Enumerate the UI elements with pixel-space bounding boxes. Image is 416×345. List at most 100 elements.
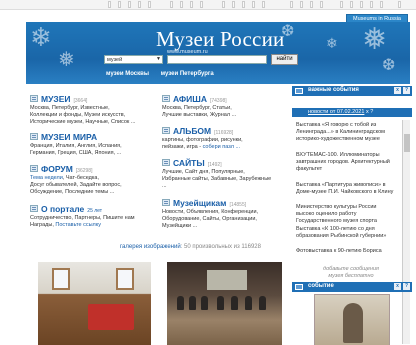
- section-links[interactable]: Франция, Италия, Англия, Испания,: [30, 143, 158, 150]
- news-item[interactable]: Фотовыставка к 90-летию Бориса: [296, 248, 396, 255]
- gallery-link[interactable]: галерея изображений: [120, 244, 181, 250]
- section-title-link[interactable]: ФОРУМ: [41, 164, 73, 174]
- section-title-link[interactable]: О портале: [41, 204, 84, 214]
- section-title-link[interactable]: АЛЬБОМ: [173, 126, 211, 136]
- section-o-portale: О портале 25 лет Сотрудничество, Партнеры…: [30, 204, 158, 229]
- window-shape: [116, 268, 134, 290]
- section-links[interactable]: Избранные сайты, Забавные, Зарубежные: [162, 176, 290, 183]
- puzzle-link[interactable]: собери пазл ...: [203, 144, 240, 150]
- section-title-link[interactable]: МУЗЕИ: [41, 94, 70, 104]
- person-shape: [259, 296, 266, 310]
- section-links[interactable]: Исторические музеи, Научные, Список ...: [30, 119, 158, 126]
- search-button[interactable]: найти: [271, 54, 298, 65]
- events-header-label: важные события: [308, 87, 359, 93]
- sidebar-events-header: важные события x ?: [292, 86, 412, 96]
- section-links[interactable]: Досуг обывателей, Задайте вопрос,: [30, 182, 158, 189]
- toolbar-cell: [200, 1, 203, 8]
- section-links[interactable]: Музейщики ...: [162, 223, 290, 230]
- collapse-icon[interactable]: [295, 88, 303, 94]
- anniversary-badge[interactable]: 25 лет: [87, 208, 102, 214]
- section-body: Москва, Петербург, Статьи, Лучшие выстав…: [162, 105, 290, 119]
- toolbar-cell: [370, 1, 373, 8]
- section-links[interactable]: , Чат-беседка,: [63, 175, 99, 181]
- window-shape: [52, 268, 70, 290]
- section-count: [74398]: [209, 98, 227, 104]
- section-links[interactable]: Сотрудничество, Партнеры, Пишите нам: [30, 215, 158, 222]
- add-news-link[interactable]: добавьте сообщения музея бесплатно: [316, 266, 386, 280]
- section-title-link[interactable]: Музейщикам: [173, 198, 226, 208]
- section-links[interactable]: Новости, Объявления, Конференции,: [162, 209, 290, 216]
- link-to-us[interactable]: Поставьте ссылку: [55, 222, 101, 228]
- event-header-label: событие: [308, 283, 334, 289]
- section-body: Франция, Италия, Англия, Испания, Герман…: [30, 143, 158, 157]
- section-muzeishchikam: Музейщикам [14855] Новости, Объявления, К…: [162, 198, 290, 230]
- search-category-value: музей: [107, 57, 123, 63]
- close-icon[interactable]: x: [394, 283, 401, 290]
- search-input[interactable]: [167, 55, 267, 64]
- gallery-photo-meeting[interactable]: [167, 262, 282, 345]
- section-links[interactable]: Обсуждение, Последние темы ...: [30, 189, 158, 196]
- toolbar-cell: [300, 1, 303, 8]
- person-shape: [201, 296, 208, 310]
- section-links[interactable]: Лучшие выставки, Журнал ...: [162, 112, 290, 119]
- petersburg-museums-link[interactable]: музеи Петербурга: [161, 71, 214, 77]
- section-afisha: АФИША [74398] Москва, Петербург, Статьи, …: [162, 94, 290, 119]
- event-photo[interactable]: [314, 294, 390, 345]
- toolbar-cell: [310, 1, 313, 8]
- section-title-link[interactable]: САЙТЫ: [173, 158, 205, 168]
- section-links[interactable]: пейзажи, игра -: [162, 144, 201, 150]
- section-icon: [162, 159, 170, 166]
- section-muzei-mira: МУЗЕИ МИРА Франция, Италия, Англия, Испа…: [30, 132, 158, 157]
- close-icon[interactable]: x: [366, 109, 369, 115]
- table-shape: [88, 304, 134, 330]
- toolbar-cell: [128, 1, 131, 8]
- section-links[interactable]: Награды,: [30, 222, 54, 228]
- section-links[interactable]: Москва, Петербург, Известные,: [30, 105, 158, 112]
- news-item[interactable]: Выставка «К 100-летию со дня образования…: [296, 226, 396, 240]
- section-links[interactable]: Германия, Греция, США, Япония, ...: [30, 150, 158, 157]
- toolbar-cell: [290, 1, 293, 8]
- section-links[interactable]: Коллекции и фонды, Музеи искусств,: [30, 112, 158, 119]
- section-links[interactable]: Лучшие, Сайт дня, Популярные,: [162, 169, 290, 176]
- main-content: МУЗЕИ [3664] Москва, Петербург, Известные…: [26, 86, 290, 286]
- search-category-select[interactable]: музей ▼: [104, 55, 163, 64]
- toolbar-cell: [190, 1, 193, 8]
- help-icon[interactable]: ?: [403, 283, 410, 290]
- sidebar-news-header: новости от 07.02.2021 x ?: [292, 108, 412, 117]
- toolbar-cell: [350, 1, 353, 8]
- news-item[interactable]: Выставка «Партитура живописи» в Доме-муз…: [296, 182, 396, 196]
- news-item[interactable]: Министерство культуры России высоко оцен…: [296, 204, 396, 225]
- scrollbar-thumb[interactable]: [404, 134, 410, 152]
- help-icon[interactable]: ?: [403, 87, 410, 94]
- collapse-icon[interactable]: [295, 284, 303, 290]
- section-albom: АЛЬБОМ [116928] картины, фотографии, рису…: [162, 126, 290, 151]
- section-links[interactable]: Москва, Петербург, Статьи,: [162, 105, 290, 112]
- topic-of-week-link[interactable]: Тема недели: [30, 175, 63, 181]
- section-count: [1492]: [207, 162, 222, 168]
- news-item[interactable]: ВХУТЕМАС-100. Иллюминаторы завтрашних го…: [296, 152, 396, 173]
- toolbar-cell: [242, 1, 245, 8]
- section-saity: САЙТЫ [1492] Лучшие, Сайт дня, Популярные…: [162, 158, 290, 190]
- section-icon: [162, 95, 170, 102]
- snowflake-icon: ❆: [382, 57, 396, 74]
- help-icon[interactable]: ?: [370, 109, 373, 115]
- toolbar-cell: [252, 1, 255, 8]
- section-body: Лучшие, Сайт дня, Популярные, Избранные …: [162, 169, 290, 190]
- news-item[interactable]: Выставка «Я говорю с тобой из Ленинграда…: [296, 122, 396, 143]
- toolbar-cell: [340, 1, 343, 8]
- close-icon[interactable]: x: [394, 87, 401, 94]
- toolbar-cell: [232, 1, 235, 8]
- section-title-link[interactable]: МУЗЕИ МИРА: [41, 132, 97, 142]
- section-links[interactable]: картины, фотографии, рисунки,: [162, 137, 290, 144]
- news-scrollbar[interactable]: [402, 120, 410, 344]
- section-links[interactable]: ...: [162, 183, 290, 190]
- section-links[interactable]: Оборудование, Сайты, Организации,: [162, 216, 290, 223]
- section-icon: [30, 205, 38, 212]
- person-shape: [217, 296, 224, 310]
- section-icon: [30, 95, 38, 102]
- section-title-link[interactable]: АФИША: [173, 94, 207, 104]
- moscow-museums-link[interactable]: музеи Москвы: [106, 71, 149, 77]
- gallery-photo-interior[interactable]: [38, 262, 151, 345]
- toolbar-cell: [262, 1, 265, 8]
- news-date-link[interactable]: новости от 07.02.2021: [308, 109, 364, 115]
